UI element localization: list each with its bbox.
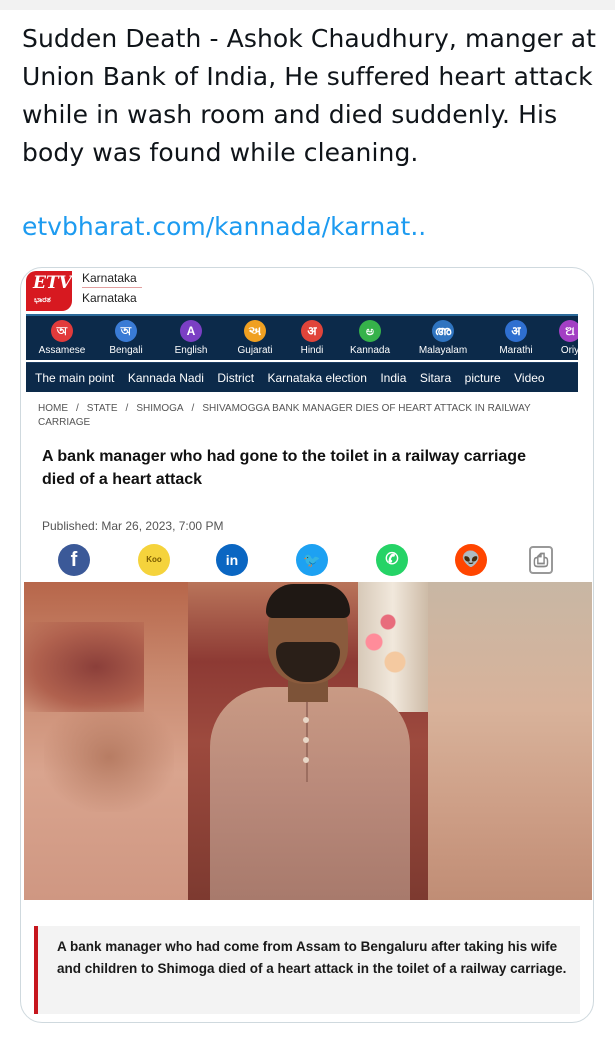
facebook-icon[interactable]: f bbox=[58, 544, 90, 576]
published-date: Published: Mar 26, 2023, 7:00 PM bbox=[42, 519, 224, 533]
logo-text: ETV bbox=[33, 273, 72, 293]
oriya-icon: ଅ bbox=[559, 320, 578, 342]
tweet-link[interactable]: etvbharat.com/kannada/karnat.. bbox=[22, 210, 426, 244]
language-bar: অ Assamese অ Bengali A English અ Gujarat… bbox=[26, 314, 578, 360]
breadcrumb-state[interactable]: STATE bbox=[87, 403, 118, 414]
whatsapp-icon[interactable]: ✆ bbox=[376, 544, 408, 576]
assamese-icon: অ bbox=[51, 320, 73, 342]
kannada-icon: ಅ bbox=[359, 320, 381, 342]
brand-line-2: Karnataka bbox=[82, 291, 137, 305]
marathi-icon: अ bbox=[505, 320, 527, 342]
nav-video[interactable]: Video bbox=[514, 363, 544, 392]
tweet-text: Sudden Death - Ashok Chaudhury, manger a… bbox=[22, 24, 597, 167]
lang-gujarati[interactable]: અ Gujarati bbox=[226, 316, 284, 360]
top-strip bbox=[0, 0, 615, 10]
nav-picture[interactable]: picture bbox=[465, 363, 501, 392]
kurta-button bbox=[303, 737, 309, 743]
lang-malayalam[interactable]: അ Malayalam bbox=[408, 316, 478, 360]
background-flowers bbox=[353, 602, 423, 702]
print-icon[interactable]: ⎙ bbox=[529, 546, 553, 574]
lang-label: Oriy bbox=[560, 345, 578, 356]
bengali-icon: অ bbox=[115, 320, 137, 342]
breadcrumb-home[interactable]: HOME bbox=[38, 403, 68, 414]
nav-kannada-nadi[interactable]: Kannada Nadi bbox=[128, 363, 204, 392]
kurta-button bbox=[303, 757, 309, 763]
lang-label: Gujarati bbox=[237, 345, 273, 356]
brand-divider bbox=[82, 287, 142, 288]
lang-label: Malayalam bbox=[418, 345, 468, 356]
site-header: ETV ಭಾರತ Karnataka Karnataka bbox=[26, 271, 578, 315]
photo-blur-left-detail bbox=[24, 622, 144, 712]
nav-india[interactable]: India bbox=[380, 363, 406, 392]
lang-label: Kannada bbox=[349, 345, 391, 356]
breadcrumb-shimoga[interactable]: SHIMOGA bbox=[136, 403, 183, 414]
lang-label: English bbox=[174, 345, 208, 356]
nav-karnataka-election[interactable]: Karnataka election bbox=[267, 363, 366, 392]
lang-english[interactable]: A English bbox=[164, 316, 218, 360]
malayalam-icon: അ bbox=[432, 320, 454, 342]
nav-main-point[interactable]: The main point bbox=[35, 363, 114, 392]
lang-label: Bengali bbox=[109, 345, 143, 356]
article-summary: A bank manager who had come from Assam t… bbox=[57, 939, 567, 976]
brand-line-1: Karnataka bbox=[82, 271, 137, 285]
photo-blur-right-detail bbox=[44, 702, 174, 812]
lang-hindi[interactable]: अ Hindi bbox=[290, 316, 334, 360]
lang-bengali[interactable]: অ Bengali bbox=[100, 316, 152, 360]
lang-marathi[interactable]: अ Marathi bbox=[488, 316, 544, 360]
lang-oriya[interactable]: ଅ Oriy bbox=[552, 316, 578, 360]
nav-sitara[interactable]: Sitara bbox=[420, 363, 451, 392]
person-hair bbox=[266, 584, 350, 618]
hindi-icon: अ bbox=[301, 320, 323, 342]
portrait bbox=[188, 582, 428, 900]
article-photo[interactable] bbox=[24, 582, 592, 900]
kurta-button bbox=[303, 717, 309, 723]
lang-label: Hindi bbox=[300, 345, 324, 356]
logo-subtext: ಭಾರತ bbox=[34, 295, 51, 304]
english-icon: A bbox=[180, 320, 202, 342]
breadcrumb: HOME / STATE / SHIMOGA / SHIVAMOGGA BANK MANAG… bbox=[38, 403, 531, 428]
linkedin-icon[interactable]: in bbox=[216, 544, 248, 576]
lang-assamese[interactable]: অ Assamese bbox=[32, 316, 92, 360]
person-kurta bbox=[210, 687, 410, 900]
link-preview-card[interactable]: ETV ಭಾರತ Karnataka Karnataka অ Assamese … bbox=[20, 267, 594, 1023]
article-headline: A bank manager who had gone to the toile… bbox=[42, 448, 526, 488]
reddit-icon[interactable]: 👽 bbox=[455, 544, 487, 576]
lang-kannada[interactable]: ಅ Kannada bbox=[340, 316, 400, 360]
twitter-icon[interactable]: 🐦 bbox=[296, 544, 328, 576]
etv-bharat-logo[interactable]: ETV ಭಾರತ bbox=[26, 271, 72, 311]
koo-icon[interactable]: Koo bbox=[138, 544, 170, 576]
lang-label: Assamese bbox=[38, 345, 86, 356]
photo-blur-right bbox=[428, 582, 592, 900]
nav-district[interactable]: District bbox=[217, 363, 254, 392]
category-nav: The main point Kannada Nadi District Kar… bbox=[26, 362, 578, 392]
gujarati-icon: અ bbox=[244, 320, 266, 342]
lang-label: Marathi bbox=[499, 345, 533, 356]
